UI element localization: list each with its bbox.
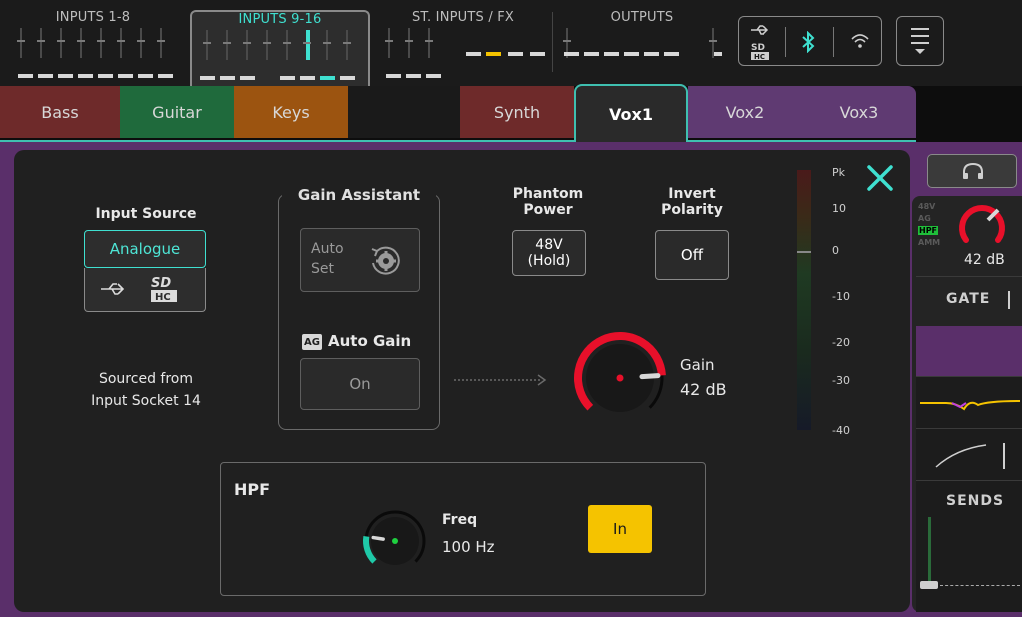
polarity-title-line2: Polarity [661,202,723,218]
gear-icon [371,246,400,275]
tab-vox3[interactable]: Vox3 [802,86,916,138]
auto-gain-label: Auto Gain [328,332,412,350]
polarity-title-line1: Invert [668,186,716,202]
tab-keys[interactable]: Keys [234,86,348,138]
menu-icon [911,28,929,30]
mini-gain-value: 42 dB [964,252,1005,268]
auto-gain-on-button[interactable]: On [300,358,420,410]
hpf-freq-label: Freq [442,512,478,528]
svg-text:HC: HC [155,292,171,303]
source-analogue-button[interactable]: Analogue [84,230,206,268]
phantom-button-line1: 48V [535,237,563,253]
compressor-button[interactable] [916,428,1022,480]
sd-card-icon: SD HC [151,276,177,303]
auto-set-line1: Auto [311,241,344,257]
bank-inputs-9-16[interactable]: INPUTS 9-16 [190,10,370,86]
meter-scale-pk: Pk [832,166,846,179]
headphone-button[interactable] [927,154,1017,188]
meter-zero-mark [797,251,811,253]
mini-faders [562,28,722,68]
hpf-in-button[interactable]: In [588,505,652,553]
meter-scale-minus40: -40 [832,424,850,437]
wifi-icon [851,34,869,48]
tab-vox2[interactable]: Vox2 [688,86,802,138]
hpf-freq-value: 100 Hz [442,538,495,556]
badge-48v: 48V [918,202,936,211]
mini-faders [10,28,176,68]
send-fader-cap[interactable] [920,581,938,589]
hpf-title: HPF [234,480,271,499]
tab-empty[interactable] [348,86,460,138]
headphone-icon [963,162,983,179]
tab-vox1[interactable]: Vox1 [574,84,688,142]
signal-arrow [454,374,547,386]
gain-assistant-title: Gain Assistant [282,186,436,204]
sends-button[interactable]: SENDS [916,480,1022,612]
bank-label: ST. INPUTS / FX [411,10,515,25]
meter-scale-minus20: -20 [832,336,850,349]
input-source-title: Input Source [95,206,197,222]
phantom-button-line2: (Hold) [527,253,571,269]
input-meter [797,170,811,430]
compressor-curve-icon [935,443,1005,469]
phantom-title-line2: Power [523,202,573,218]
svg-text:SD: SD [151,276,171,291]
channel-tabs: Bass Guitar Keys Synth Vox1 Vox2 Vox3 [0,84,1022,142]
badge-amm: AMM [918,238,941,247]
bank-bar: INPUTS 1-8 INPUTS 9-16 ST. INPUTS / FX O… [0,0,1022,86]
gate-label: GATE [946,291,991,307]
sd-card-icon: SD HC [751,43,769,61]
meter-scale-0: 0 [832,244,839,257]
gate-button[interactable]: GATE [916,276,1022,326]
auto-set-line2: Set [311,261,334,277]
tab-synth[interactable]: Synth [460,86,574,138]
auto-set-button[interactable]: Auto Set [300,228,420,292]
usb-icon [101,283,125,295]
status-icons-box[interactable]: SD HC [738,16,882,66]
insert-slot[interactable] [916,326,1022,376]
mini-faders [384,28,542,68]
peq-button[interactable] [916,376,1022,428]
tab-bass[interactable]: Bass [0,86,120,138]
meter-scale-minus30: -30 [832,374,850,387]
eq-curve-icon [919,400,1021,411]
tab-guitar[interactable]: Guitar [120,86,234,138]
gain-value: 42 dB [680,380,727,399]
sends-label: SENDS [946,493,1005,509]
close-icon[interactable] [866,164,894,192]
bank-inputs-1-8[interactable]: INPUTS 1-8 [4,6,182,86]
sourced-from-line2: Input Socket 14 [91,393,201,409]
bank-st-inputs-fx[interactable]: ST. INPUTS / FX [378,6,548,86]
svg-text:SD: SD [751,43,765,53]
gain-label: Gain [680,356,715,374]
phantom-title-line1: Phantom [512,186,584,202]
usb-icon [751,25,769,35]
phantom-power-button[interactable]: 48V (Hold) [512,230,586,276]
sourced-from-line1: Sourced from [98,371,193,387]
bank-outputs[interactable]: OUTPUTS [556,6,728,86]
mini-faders [198,30,362,70]
svg-text:HC: HC [754,53,765,61]
source-digital-options[interactable]: SD HC [84,268,206,312]
menu-button[interactable] [896,16,944,66]
meter-scale-minus10: -10 [832,290,850,303]
bluetooth-icon [802,31,815,53]
invert-polarity-button[interactable]: Off [655,230,729,280]
preamp-panel: Input Source Analogue SD HC Sourced from… [14,150,910,612]
badge-hpf: HPF [918,226,939,235]
gain-knob[interactable] [570,328,670,428]
mini-gain-knob[interactable] [952,196,1012,252]
hpf-freq-knob[interactable] [360,506,430,576]
bank-label: OUTPUTS [610,10,674,25]
bank-label: INPUTS 9-16 [238,12,322,27]
meter-scale-10: 10 [832,202,846,215]
bank-label: INPUTS 1-8 [55,10,131,25]
auto-gain-badge: AG [302,334,322,350]
badge-ag: AG [918,214,931,223]
